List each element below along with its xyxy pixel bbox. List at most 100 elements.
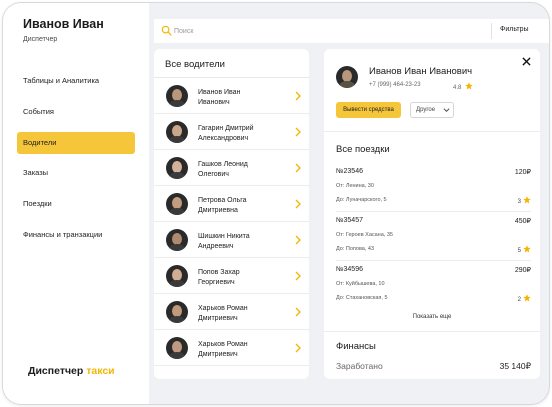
app-window: Иванов Иван Диспетчер Таблицы и Аналитик… (3, 3, 549, 404)
chevron-right-icon (295, 127, 301, 137)
driver-avatar (166, 85, 188, 107)
chevron-right-icon (295, 235, 301, 245)
driver-name-line2: Дмитриевич (198, 314, 238, 322)
earned-value: 35 140₽ (499, 361, 531, 371)
avatar-body (169, 316, 185, 323)
user-name: Иванов Иван (23, 17, 104, 31)
trip-price: 120₽ (514, 169, 531, 176)
finance-title: Финансы (336, 341, 376, 352)
divider (336, 260, 531, 261)
driver-row[interactable]: Попов Захар Георгиевич (154, 258, 309, 294)
trip-to: До: Луначарского, 5 (336, 197, 387, 203)
trip-item[interactable]: №34596 290₽ От: Куйбышева, 10 До: Стахановс… (336, 266, 531, 312)
close-icon[interactable] (522, 57, 531, 66)
trip-to: До: Стахановская, 5 (336, 295, 388, 301)
driver-name-line1: Шишкин Никита (198, 233, 250, 240)
trip-to: До: Попова, 43 (336, 246, 375, 252)
sidebar-item-events[interactable]: События (17, 101, 135, 123)
driver-name-line2: Иванович (198, 98, 230, 106)
driver-name-line2: Андреевич (198, 242, 234, 250)
driver-row[interactable]: Иванов Иван Иванович (154, 78, 309, 114)
trip-from: От: Героев Хасана, 35 (336, 232, 393, 238)
avatar-body (169, 208, 185, 215)
chevron-right-icon (295, 163, 301, 173)
trip-rating: 5 (518, 245, 531, 254)
avatar-body (169, 352, 185, 359)
drivers-title: Все водители (165, 59, 225, 70)
driver-rating: 4.8 (453, 82, 473, 91)
driver-rating-value: 4.8 (453, 85, 462, 91)
trip-rating-value: 2 (517, 297, 521, 303)
driver-row[interactable]: Шишкин Никита Андреевич (154, 222, 309, 258)
driver-row[interactable]: Петрова Ольга Дмитриевна (154, 186, 309, 222)
other-dropdown-label: Другое (416, 107, 436, 113)
trip-id: №35457 (336, 217, 363, 224)
search-bar: Фильтры (154, 19, 549, 43)
trip-rating-value: 5 (517, 248, 521, 254)
driver-row[interactable]: Харьков Роман Дмитриевич (154, 330, 309, 366)
driver-name: Попов Захар Георгиевич (198, 268, 283, 287)
star-icon (523, 245, 531, 253)
avatar-body (169, 172, 185, 179)
driver-name-line2: Георгиевич (198, 278, 235, 286)
other-dropdown[interactable]: Другое (410, 102, 454, 118)
sidebar-item-finance[interactable]: Финансы и транзакции (17, 224, 135, 246)
show-more-button[interactable]: Показать еще (324, 314, 540, 320)
driver-name-line2: Александрович (198, 134, 249, 142)
sidebar-item-orders[interactable]: Заказы (17, 162, 135, 184)
trip-from: От: Ленина, 30 (336, 183, 374, 189)
driver-avatar (166, 265, 188, 287)
driver-name: Петрова Ольга Дмитриевна (198, 196, 283, 215)
driver-name-line2: Олегович (198, 170, 229, 178)
star-icon (523, 294, 531, 302)
driver-detail-panel: Иванов Иван Иванович +7 (999) 464-23-23 … (324, 49, 540, 379)
drivers-panel: Все водители Иванов Иван Иванович Гагарин … (154, 49, 309, 379)
search-input[interactable] (174, 24, 464, 38)
trip-id: №23546 (336, 168, 363, 175)
driver-row[interactable]: Харьков Роман Дмитриевич (154, 294, 309, 330)
trip-id: №34596 (336, 266, 363, 273)
filters-button[interactable]: Фильтры (500, 26, 529, 33)
chevron-down-icon (443, 108, 450, 112)
driver-name-line1: Иванов Иван (198, 89, 241, 96)
driver-name: Гашков Леонид Олегович (198, 160, 283, 179)
trip-rating: 2 (518, 294, 531, 303)
trip-item[interactable]: №23546 120₽ От: Ленина, 30 До: Луначарского… (336, 168, 531, 214)
driver-name-line1: Харьков Роман (198, 341, 248, 348)
sidebar-item-trips[interactable]: Поездки (17, 193, 135, 215)
driver-avatar (336, 66, 358, 88)
driver-name-line1: Харьков Роман (198, 305, 248, 312)
trips-title: Все поездки (336, 144, 390, 155)
sidebar-item-drivers[interactable]: Водители (17, 132, 135, 154)
divider (324, 131, 540, 132)
trip-from: От: Куйбышева, 10 (336, 281, 385, 287)
user-role: Диспетчер (23, 36, 58, 43)
driver-name: Гагарин Дмитрий Александрович (198, 124, 283, 143)
avatar-body (169, 244, 185, 251)
chevron-right-icon (295, 343, 301, 353)
driver-avatar (166, 193, 188, 215)
driver-name-line2: Дмитриевич (198, 350, 238, 358)
trip-item[interactable]: №35457 450₽ От: Героев Хасана, 35 До: Попов… (336, 217, 531, 263)
driver-avatar (166, 337, 188, 359)
sidebar-item-analytics[interactable]: Таблицы и Аналитика (17, 70, 135, 92)
driver-avatar (166, 229, 188, 251)
driver-name: Иванов Иван Иванович (198, 88, 283, 107)
driver-row[interactable]: Гашков Леонид Олегович (154, 150, 309, 186)
avatar-body (169, 100, 185, 107)
divider (336, 211, 531, 212)
driver-name: Харьков Роман Дмитриевич (198, 304, 283, 323)
star-icon (523, 196, 531, 204)
chevron-right-icon (295, 307, 301, 317)
driver-avatar (166, 121, 188, 143)
withdraw-button[interactable]: Вывести средства (336, 102, 401, 118)
driver-name: Шишкин Никита Андреевич (198, 232, 283, 251)
driver-name-line1: Петрова Ольга (198, 197, 247, 204)
search-icon (161, 25, 172, 36)
driver-name-line1: Гашков Леонид (198, 161, 248, 168)
driver-avatar (166, 157, 188, 179)
driver-row[interactable]: Гагарин Дмитрий Александрович (154, 114, 309, 150)
star-icon (465, 82, 473, 90)
driver-name-line2: Дмитриевна (198, 206, 238, 214)
driver-name-line1: Гагарин Дмитрий (198, 125, 254, 132)
